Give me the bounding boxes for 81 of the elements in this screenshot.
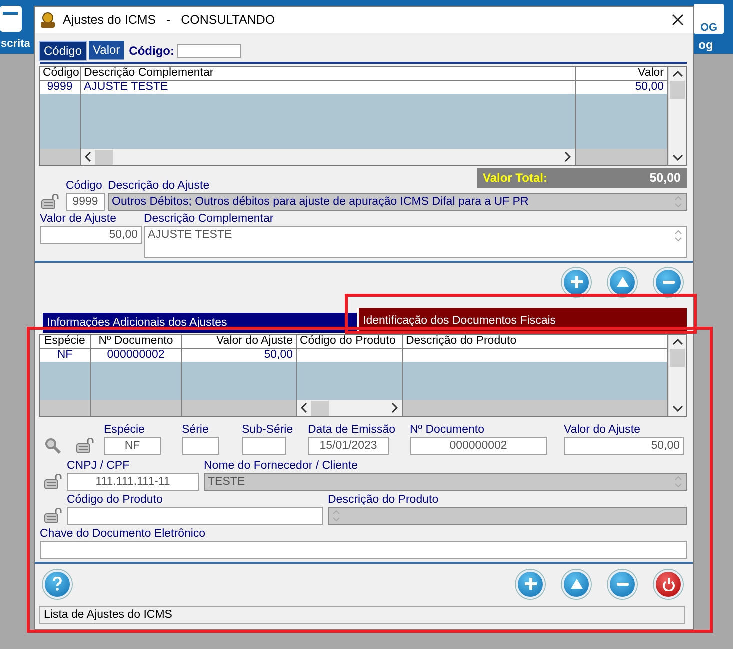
scroll-down-icon[interactable] bbox=[672, 406, 682, 412]
total-value: 50,00 bbox=[650, 171, 681, 185]
input-field[interactable]: NF bbox=[104, 437, 161, 455]
add-button[interactable] bbox=[562, 268, 591, 296]
tab[interactable]: Valor bbox=[89, 41, 124, 60]
field-label: Descrição Complementar bbox=[144, 213, 274, 226]
total-label: Valor Total: bbox=[483, 171, 548, 185]
input-field[interactable]: 50,00 bbox=[564, 437, 684, 455]
field-label: CNPJ / CPF bbox=[67, 460, 130, 473]
scroll-down-icon[interactable] bbox=[672, 155, 682, 161]
scroll-arrows-icon bbox=[674, 229, 683, 243]
input-field[interactable] bbox=[67, 507, 323, 525]
scroll-left-icon[interactable] bbox=[301, 403, 307, 413]
scroll-arrows-icon bbox=[674, 195, 683, 209]
minus-icon bbox=[662, 280, 674, 284]
input-field[interactable]: 50,00 bbox=[40, 226, 142, 244]
input-field[interactable]: AJUSTE TESTE bbox=[144, 226, 687, 258]
tab[interactable]: Código bbox=[39, 40, 88, 60]
scroll-right-icon[interactable] bbox=[565, 152, 571, 162]
field-label: Código: bbox=[129, 44, 174, 58]
power-button[interactable] bbox=[654, 570, 683, 598]
input-field[interactable]: 111.111.111-11 bbox=[67, 473, 199, 491]
app-icon bbox=[39, 11, 57, 29]
field-label: Código bbox=[66, 180, 102, 193]
scroll-thumb[interactable] bbox=[95, 150, 113, 164]
plus-icon bbox=[570, 276, 582, 288]
scroll-thumb[interactable] bbox=[670, 81, 685, 99]
plus-icon bbox=[524, 578, 536, 590]
field-label: Espécie bbox=[104, 424, 145, 437]
scroll-up-icon[interactable] bbox=[672, 339, 682, 345]
scroll-left-icon[interactable] bbox=[85, 152, 91, 162]
device-icon[interactable] bbox=[41, 194, 60, 210]
scroll-up-icon[interactable] bbox=[672, 71, 682, 77]
field-label: Série bbox=[182, 424, 209, 437]
search-field[interactable] bbox=[177, 44, 242, 58]
triangle-icon bbox=[616, 277, 628, 287]
scroll-arrows-icon bbox=[674, 475, 683, 489]
scroll-right-icon[interactable] bbox=[392, 403, 398, 413]
field-label: Nº Documento bbox=[410, 424, 485, 437]
horizontal-scrollbar[interactable] bbox=[297, 400, 402, 416]
field-label: Nome do Fornecedor / Cliente bbox=[204, 460, 358, 473]
input-field[interactable] bbox=[182, 437, 219, 455]
icon-text: OG bbox=[700, 22, 718, 34]
scroll-arrows-icon bbox=[332, 509, 341, 523]
device-icon[interactable] bbox=[44, 508, 63, 524]
status-text: Lista de Ajustes do ICMS bbox=[44, 609, 172, 621]
device-icon[interactable] bbox=[76, 438, 95, 454]
input-field[interactable]: 9999 bbox=[66, 193, 105, 211]
device-icon[interactable] bbox=[44, 474, 63, 490]
field-label: Código do Produto bbox=[67, 494, 163, 507]
window-title: Ajustes do ICMS - CONSULTANDO bbox=[63, 13, 276, 27]
field-label: Sub-Série bbox=[242, 424, 294, 437]
desktop-icon-label[interactable]: scrita bbox=[1, 38, 30, 50]
field-label: Valor do Ajuste bbox=[564, 424, 641, 437]
input-field[interactable]: 000000002 bbox=[410, 437, 547, 455]
move-up-button[interactable] bbox=[562, 570, 591, 598]
add-button[interactable] bbox=[516, 570, 545, 598]
horizontal-scrollbar[interactable] bbox=[81, 149, 575, 165]
remove-button[interactable] bbox=[608, 570, 637, 598]
minus-icon bbox=[616, 582, 628, 586]
scroll-thumb[interactable] bbox=[311, 400, 329, 416]
input-field[interactable]: 15/01/2023 bbox=[308, 437, 389, 455]
move-up-button[interactable] bbox=[608, 268, 637, 296]
power-icon bbox=[662, 578, 674, 590]
input-field[interactable] bbox=[40, 541, 687, 559]
field-label: Descrição do Produto bbox=[328, 494, 439, 507]
field-label: Valor de Ajuste bbox=[40, 213, 117, 226]
field-label: Descrição do Ajuste bbox=[108, 180, 210, 193]
scroll-thumb[interactable] bbox=[670, 349, 685, 367]
search-icon[interactable] bbox=[45, 438, 61, 454]
desktop-icon-label[interactable]: og bbox=[698, 38, 714, 52]
question-icon bbox=[53, 577, 62, 591]
input-field[interactable] bbox=[242, 437, 286, 455]
field-label: Data de Emissão bbox=[308, 424, 396, 437]
help-button[interactable] bbox=[43, 570, 72, 598]
remove-button[interactable] bbox=[654, 268, 683, 296]
vertical-scrollbar[interactable] bbox=[668, 335, 686, 416]
vertical-scrollbar[interactable] bbox=[668, 67, 686, 165]
triangle-icon bbox=[570, 579, 582, 589]
close-icon[interactable] bbox=[671, 13, 685, 27]
field-label: Chave do Documento Eletrônico bbox=[40, 528, 206, 541]
